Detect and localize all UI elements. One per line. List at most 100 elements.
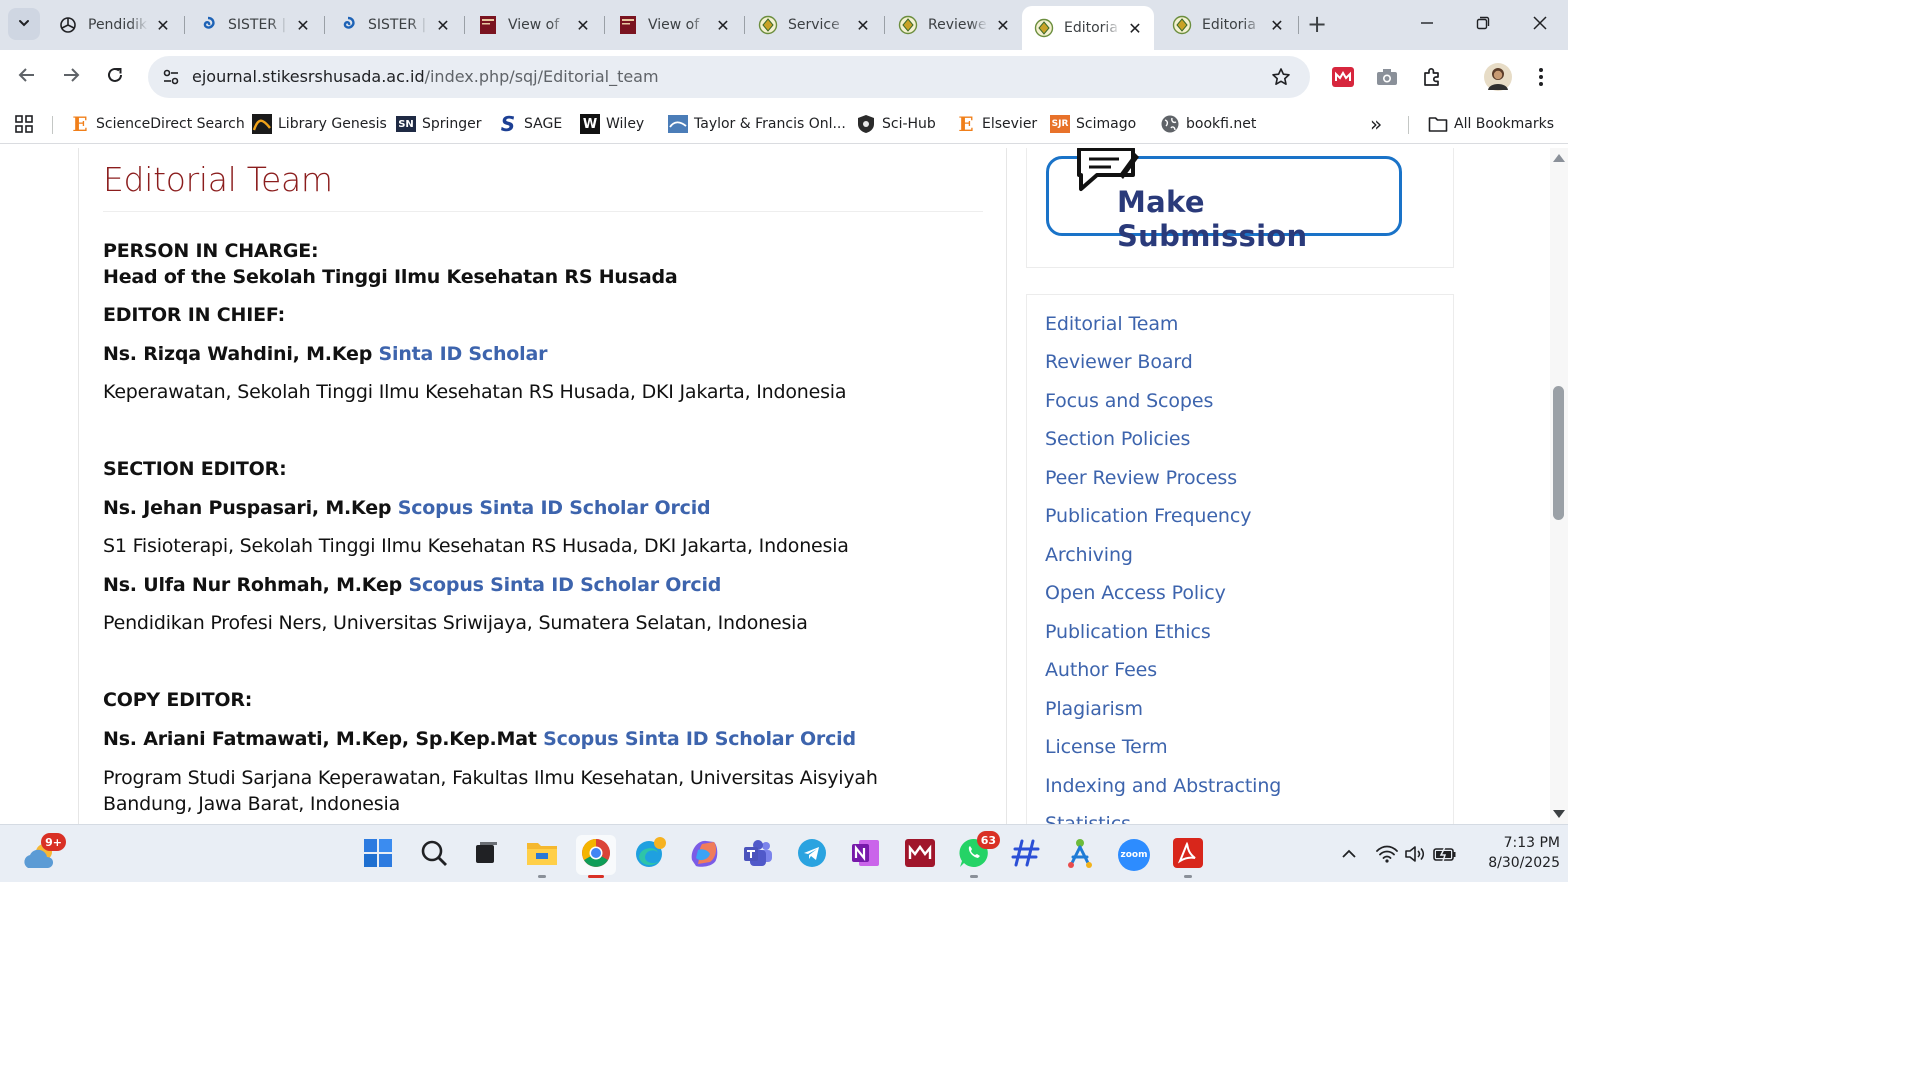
scroll-up-arrow[interactable] [1553, 154, 1565, 162]
close-icon[interactable]: ✕ [1126, 19, 1144, 38]
nav-publication-ethics[interactable]: Publication Ethics [1045, 621, 1211, 643]
task-view-button[interactable] [466, 835, 506, 875]
scroll-thumb[interactable] [1553, 386, 1564, 520]
nav-reviewer-board[interactable]: Reviewer Board [1045, 351, 1193, 373]
forward-button[interactable] [54, 60, 88, 94]
minimize-button[interactable] [1399, 0, 1455, 48]
close-window-button[interactable] [1512, 0, 1568, 48]
nav-open-access[interactable]: Open Access Policy [1045, 582, 1226, 604]
nav-focus-scopes[interactable]: Focus and Scopes [1045, 390, 1213, 412]
make-submission-button[interactable]: Make Submission [1046, 148, 1402, 253]
tab-4[interactable]: View of ✕ [606, 8, 742, 42]
battery-charging-icon[interactable] [1432, 841, 1458, 867]
system-clock[interactable]: 7:13 PM 8/30/2025 [1468, 833, 1560, 873]
nav-indexing[interactable]: Indexing and Abstracting [1045, 775, 1281, 797]
close-icon[interactable]: ✕ [154, 16, 172, 35]
profile-avatar[interactable] [1484, 63, 1512, 91]
close-icon[interactable]: ✕ [1268, 16, 1286, 35]
copilot-app[interactable] [684, 835, 724, 875]
telegram-app[interactable] [792, 835, 832, 875]
site-info-icon[interactable] [158, 64, 184, 90]
start-button[interactable] [358, 835, 398, 875]
tab-2[interactable]: SISTER | ✕ [326, 8, 462, 42]
section-heading: PERSON IN CHARGE: [103, 240, 319, 262]
wiley-icon: W [580, 114, 600, 134]
weather-widget[interactable]: 9+ [20, 833, 66, 877]
tab-3[interactable]: View of ✕ [466, 8, 602, 42]
acrobat-app[interactable] [1168, 835, 1208, 878]
onenote-app[interactable] [846, 835, 886, 875]
apps-grid-icon[interactable] [14, 112, 34, 136]
bookmark-label: Wiley [606, 116, 645, 132]
bookmark-elsevier[interactable]: E Elsevier [956, 112, 1037, 136]
edge-app[interactable] [630, 835, 670, 875]
nav-plagiarism[interactable]: Plagiarism [1045, 698, 1143, 720]
nav-archiving[interactable]: Archiving [1045, 544, 1133, 566]
extensions-puzzle-icon[interactable] [1419, 64, 1445, 90]
zoom-app[interactable]: zoom [1114, 835, 1154, 875]
openai-icon [58, 15, 78, 35]
bookmark-sage[interactable]: S SAGE [498, 112, 562, 136]
teams-app[interactable] [738, 835, 778, 875]
profile-links[interactable]: Scopus Sinta ID Scholar Orcid [398, 497, 711, 519]
close-icon[interactable]: ✕ [294, 16, 312, 35]
profile-links[interactable]: Sinta ID Scholar [379, 343, 548, 365]
tab-6[interactable]: Reviewe ✕ [886, 8, 1022, 42]
restore-button[interactable] [1455, 0, 1511, 48]
mendeley-app[interactable] [900, 835, 940, 875]
bookmarks-overflow-button[interactable]: » [1370, 112, 1382, 136]
tab-separator [744, 16, 745, 34]
drawing-app[interactable] [1006, 835, 1046, 875]
camera-extension-icon[interactable] [1374, 64, 1400, 90]
nav-section-policies[interactable]: Section Policies [1045, 428, 1190, 450]
profile-links[interactable]: Scopus Sinta ID Scholar Orcid [543, 728, 856, 750]
tab-5[interactable]: Service ✕ [746, 8, 882, 42]
volume-icon[interactable] [1402, 841, 1428, 867]
onenote-icon [851, 838, 881, 872]
whatsapp-app[interactable]: 63 [954, 831, 1000, 878]
wifi-icon[interactable] [1374, 841, 1400, 867]
close-icon[interactable]: ✕ [714, 16, 732, 35]
tab-1[interactable]: SISTER | ✕ [186, 8, 322, 42]
close-icon[interactable]: ✕ [434, 16, 452, 35]
nav-statistics[interactable]: Statistics [1045, 813, 1131, 824]
chrome-app[interactable] [576, 835, 616, 878]
scroll-down-arrow[interactable] [1553, 810, 1565, 818]
nav-peer-review[interactable]: Peer Review Process [1045, 467, 1237, 489]
bookmark-sciencedirect[interactable]: E ScienceDirect Search [70, 112, 244, 136]
close-icon[interactable]: ✕ [574, 16, 592, 35]
browser-menu-icon[interactable] [1528, 64, 1554, 90]
tab-7-active[interactable]: Editoria ✕ [1022, 6, 1154, 50]
close-icon[interactable]: ✕ [854, 16, 872, 35]
tab-8[interactable]: Editoria ✕ [1160, 8, 1296, 42]
page-scrollbar[interactable] [1550, 148, 1568, 824]
address-bar[interactable]: ejournal.stikesrshusada.ac.id/index.php/… [148, 56, 1310, 98]
nav-license-term[interactable]: License Term [1045, 736, 1168, 758]
back-button[interactable] [10, 60, 44, 94]
task-view-icon [473, 840, 499, 870]
file-explorer-app[interactable] [522, 835, 562, 878]
bookmark-springer[interactable]: SN Springer [396, 112, 482, 136]
nav-author-fees[interactable]: Author Fees [1045, 659, 1157, 681]
nvivo-app[interactable] [1060, 835, 1100, 875]
search-button[interactable] [414, 835, 454, 875]
nav-editorial-team[interactable]: Editorial Team [1045, 313, 1178, 335]
reload-button[interactable] [98, 60, 132, 94]
bookmark-scihub[interactable]: Sci-Hub [856, 112, 936, 136]
nav-publication-frequency[interactable]: Publication Frequency [1045, 505, 1251, 527]
tab-strip: Pendidik ✕ SISTER | ✕ SISTER | ✕ View of… [0, 0, 1568, 50]
tab-0[interactable]: Pendidik ✕ [46, 8, 182, 42]
bookmark-bookfi[interactable]: bookfi.net [1160, 112, 1256, 136]
bookmark-library-genesis[interactable]: Library Genesis [252, 112, 387, 136]
bookmark-scimago[interactable]: SJR Scimago [1050, 112, 1136, 136]
mendeley-extension-icon[interactable] [1330, 64, 1356, 90]
bookmark-taylor-francis[interactable]: Taylor & Francis Onl... [668, 112, 846, 136]
chevron-up-icon[interactable] [1336, 841, 1362, 867]
all-bookmarks-button[interactable]: All Bookmarks [1428, 112, 1554, 136]
new-tab-button[interactable]: + [1303, 10, 1331, 38]
bookmark-wiley[interactable]: W Wiley [580, 112, 644, 136]
tab-search-button[interactable] [8, 8, 40, 40]
bookmark-star-icon[interactable] [1270, 66, 1292, 88]
profile-links[interactable]: Scopus Sinta ID Scholar Orcid [409, 574, 722, 596]
close-icon[interactable]: ✕ [994, 16, 1012, 35]
